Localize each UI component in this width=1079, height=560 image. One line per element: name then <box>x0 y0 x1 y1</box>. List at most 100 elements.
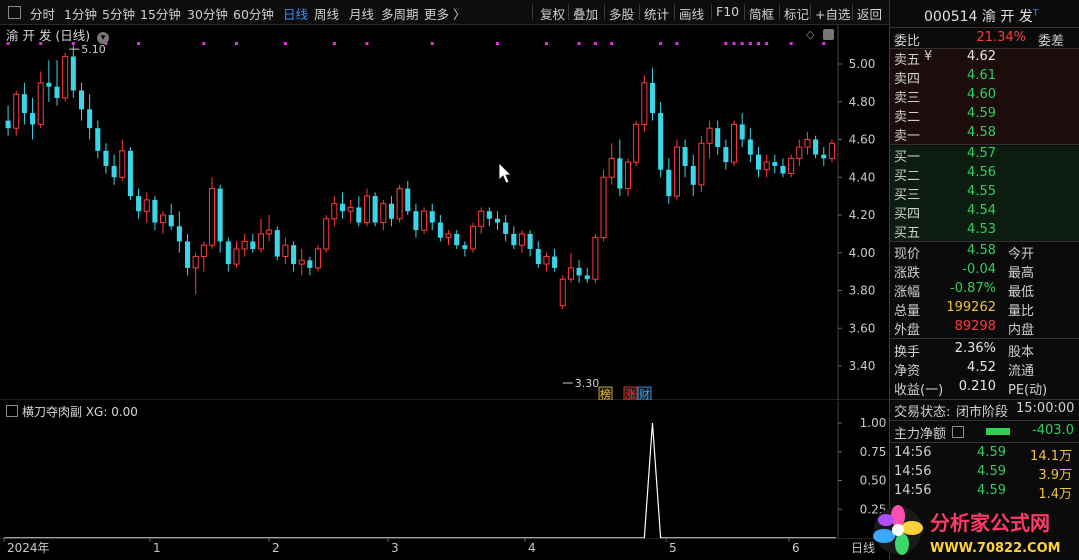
status-label: 交易状态: <box>894 405 951 420</box>
tool-button-0[interactable]: 复权 <box>540 4 565 23</box>
bid-row[interactable]: 买一 4.57 <box>890 146 1079 165</box>
badge-2[interactable]: 财 <box>639 387 650 400</box>
watermark-logo: 分析家公式网 WWW.70822.COM <box>873 505 1061 556</box>
candle-body <box>511 233 517 246</box>
candle[interactable] <box>658 101 664 178</box>
tool-button-3[interactable]: 统计 <box>644 4 669 23</box>
toolbar-divider <box>568 4 569 20</box>
candle[interactable] <box>421 207 428 234</box>
period-tab-3[interactable]: 15分钟 <box>140 4 181 23</box>
candle[interactable] <box>274 226 280 261</box>
ask-row[interactable]: 卖五 ¥4.62 <box>890 49 1079 68</box>
candle-body <box>698 142 705 186</box>
stat-value: 4.58 <box>967 243 996 258</box>
grid-icon[interactable] <box>8 6 21 19</box>
ask-label: 卖四 <box>894 72 921 87</box>
chevron-down-icon[interactable]: ▾ <box>97 32 110 44</box>
signal-dot <box>137 42 141 45</box>
candle[interactable] <box>788 154 795 178</box>
candle-body <box>755 154 762 170</box>
period-tab-9[interactable]: 多周期 <box>381 4 419 23</box>
candle-body <box>30 113 36 125</box>
stat-row: 净资 4.52 流通 <box>890 360 1079 379</box>
candle-body <box>462 245 468 249</box>
candle-body <box>136 196 142 212</box>
indicator-chart[interactable]: 0.250.500.751.00 <box>0 401 889 539</box>
bid-row[interactable]: 买五 4.53 <box>890 222 1079 241</box>
tool-button-8[interactable]: +自选 <box>815 4 850 23</box>
tool-button-5[interactable]: F10 <box>716 4 739 19</box>
signal-dot <box>789 42 793 45</box>
tool-button-6[interactable]: 简框 <box>749 4 774 23</box>
candle-body <box>282 244 289 258</box>
flow-value: -403.0 <box>1032 423 1074 438</box>
candle[interactable] <box>396 184 403 223</box>
period-tab-2[interactable]: 5分钟 <box>102 4 135 23</box>
period-tab-1[interactable]: 1分钟 <box>64 4 97 23</box>
period-tab-8[interactable]: 月线 <box>349 4 374 23</box>
candle[interactable] <box>592 233 599 283</box>
price-tick-label: 4.60 <box>849 133 876 147</box>
candle-body <box>185 241 191 268</box>
toolbar-divider <box>779 4 780 20</box>
tool-button-9[interactable]: 返回 <box>857 4 882 23</box>
tool-button-2[interactable]: 多股 <box>609 4 634 23</box>
candlestick-chart[interactable]: 3.40 3.60 3.80 4.00 4.20 4.40 4.60 4.80 5.00 5.10… <box>0 25 889 400</box>
candle[interactable] <box>633 120 640 166</box>
candle[interactable] <box>372 192 378 227</box>
candle[interactable] <box>698 135 705 193</box>
candle[interactable] <box>559 275 566 310</box>
tag-icon[interactable]: T <box>1033 8 1039 18</box>
bid-row[interactable]: 买二 4.56 <box>890 165 1079 184</box>
tool-button-1[interactable]: 叠加 <box>573 4 598 23</box>
candle[interactable] <box>315 245 322 272</box>
toolbar-divider <box>604 4 605 20</box>
period-tab-0[interactable]: 分时 <box>30 4 55 23</box>
candle[interactable] <box>323 215 330 253</box>
ask-row[interactable]: 卖四 4.61 <box>890 68 1079 87</box>
settings-icon[interactable] <box>6 405 18 417</box>
price-tick-label: 4.80 <box>849 95 876 109</box>
candle-body <box>347 206 354 212</box>
signal-dot <box>365 42 369 45</box>
ask-row[interactable]: 卖一 4.58 <box>890 125 1079 144</box>
badge-0[interactable]: 榜 <box>600 387 611 400</box>
ask-price: 4.60 <box>967 87 996 102</box>
candle[interactable] <box>641 75 648 132</box>
period-tab-4[interactable]: 30分钟 <box>187 4 228 23</box>
candle[interactable] <box>62 52 69 102</box>
panel-divider <box>890 442 1079 443</box>
stat-value: 89298 <box>954 319 996 334</box>
stat-label: 总量 <box>894 304 921 319</box>
badge-1[interactable]: 涨 <box>625 388 636 400</box>
price-tick-label: 3.80 <box>849 284 876 298</box>
candle[interactable] <box>673 139 680 200</box>
tool-button-4[interactable]: 画线 <box>679 4 704 23</box>
candle[interactable] <box>828 139 835 163</box>
diamond-icon[interactable]: ◇ <box>806 28 815 41</box>
stat-value: 199262 <box>946 300 996 315</box>
ask-row[interactable]: 卖二 4.59 <box>890 106 1079 125</box>
tool-button-7[interactable]: 标记 <box>784 4 809 23</box>
bid-label: 买二 <box>894 169 921 184</box>
ask-row[interactable]: 卖三 4.60 <box>890 87 1079 106</box>
ask-label: 卖一 <box>894 129 921 144</box>
signal-dot <box>757 42 761 45</box>
candle-body <box>339 203 346 212</box>
candle-body <box>21 94 27 114</box>
candle[interactable] <box>600 169 607 242</box>
bid-row[interactable]: 买四 4.54 <box>890 203 1079 222</box>
period-tab-5[interactable]: 60分钟 <box>233 4 274 23</box>
list-icon[interactable] <box>952 426 964 438</box>
period-tab-10[interactable]: 更多 〉 <box>424 4 465 23</box>
bid-row[interactable]: 买三 4.55 <box>890 184 1079 203</box>
period-tab-7[interactable]: 周线 <box>314 4 339 23</box>
signal-dot <box>430 42 434 45</box>
candle-body <box>143 199 150 212</box>
candle[interactable] <box>127 147 133 200</box>
period-tab-6[interactable]: 日线 <box>283 4 308 23</box>
candle[interactable] <box>731 120 738 166</box>
flow-row[interactable]: 主力净额 -403.0 <box>890 423 1079 442</box>
candle[interactable] <box>469 222 477 253</box>
settings-gear-icon[interactable] <box>823 29 834 40</box>
